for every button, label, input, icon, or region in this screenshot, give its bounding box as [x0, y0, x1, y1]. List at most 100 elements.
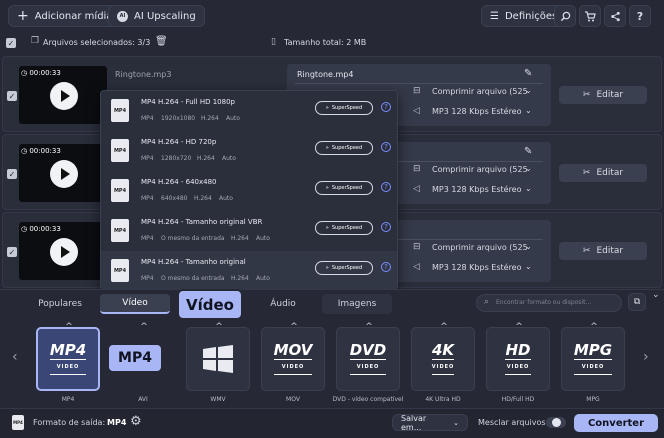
share-button[interactable] — [604, 5, 626, 27]
superspeed-badge[interactable]: » SuperSpeed — [315, 221, 373, 235]
file-checkbox[interactable]: ✓ — [7, 169, 17, 179]
convert-button[interactable]: Converter — [574, 414, 658, 432]
format-tile-4k[interactable]: 4K VIDEO — [411, 327, 475, 391]
format-tile-hd[interactable]: HD VIDEO — [486, 327, 550, 391]
compress-setting[interactable]: Comprimir arquivo (525 — [432, 87, 528, 96]
add-media-button[interactable]: + Adicionar mídia — [8, 5, 122, 27]
clock-icon: ◷ — [21, 69, 28, 77]
help-icon[interactable]: ? — [381, 222, 391, 232]
pencil-icon[interactable]: ✎ — [524, 146, 532, 157]
compress-setting[interactable]: Comprimir arquivo (525 — [432, 243, 528, 252]
preset-title: MP4 H.264 - Tamanho original — [141, 258, 246, 266]
file-checkbox[interactable]: ✓ — [7, 91, 17, 101]
chevron-down-icon[interactable]: ⌄ — [525, 164, 532, 173]
output-file-name[interactable]: Ringtone.mp4 — [297, 70, 353, 79]
compress-setting[interactable]: Comprimir arquivo (525 — [432, 165, 528, 174]
chevron-down-icon[interactable]: ⌄ — [525, 184, 532, 193]
preset-title: MP4 H.264 - Full HD 1080p — [141, 98, 235, 106]
scissors-icon: ✂ — [582, 90, 591, 100]
audio-icon: ◁ — [413, 262, 420, 272]
format-tile-mov[interactable]: MOV VIDEO — [261, 327, 325, 391]
file-name: Ringtone.mp3 — [115, 70, 172, 79]
document-icon: ▯ — [271, 37, 276, 47]
preset-col: MP4 — [141, 195, 154, 202]
pencil-icon[interactable]: ✎ — [524, 68, 532, 79]
select-all-checkbox[interactable]: ✓ — [6, 38, 16, 48]
preset-col: H.264 — [201, 115, 219, 122]
audio-setting[interactable]: MP3 128 Kbps Estéreo — [432, 263, 522, 272]
preset-row[interactable]: MP4 MP4 H.264 - HD 720p MP4 1280x720 H.2… — [101, 131, 397, 171]
superspeed-badge[interactable]: » SuperSpeed — [315, 141, 373, 155]
edit-button[interactable]: ✂ Editar — [559, 242, 647, 260]
preset-row[interactable]: MP4 MP4 H.264 - Full HD 1080p MP4 1920x1… — [101, 91, 397, 131]
chevron-down-icon[interactable]: ⌄ — [525, 106, 532, 115]
tab-images[interactable]: Imagens — [322, 294, 392, 314]
format-tile-mpg[interactable]: MPG VIDEO — [561, 327, 625, 391]
chevron-left-icon[interactable]: ‹ — [12, 349, 18, 365]
preset-col: O mesmo da entrada — [161, 275, 225, 282]
video-callout: Vídeo — [177, 289, 243, 320]
video-thumbnail[interactable]: ◷ 00:00:33 — [19, 66, 107, 124]
merge-label: Mesclar arquivos: — [478, 418, 549, 427]
divider — [295, 83, 543, 84]
mp4-callout: MP4 — [107, 343, 163, 373]
edit-button[interactable]: ✂ Editar — [559, 86, 647, 104]
format-tile-mp4[interactable]: MP4 VIDEO — [36, 327, 100, 391]
audio-setting[interactable]: MP3 128 Kbps Estéreo — [432, 107, 522, 116]
format-settings-button[interactable]: ⧉ — [628, 293, 646, 311]
superspeed-badge[interactable]: » SuperSpeed — [315, 261, 373, 275]
preset-col: Auto — [222, 155, 236, 162]
search-button[interactable] — [554, 5, 576, 27]
tab-audio[interactable]: Áudio — [248, 294, 318, 314]
format-tile-wmv[interactable] — [186, 327, 250, 391]
video-thumbnail[interactable]: ◷ 00:00:33 — [19, 144, 107, 202]
file-checkbox[interactable]: ✓ — [7, 247, 17, 257]
trash-icon[interactable]: 🗑 — [155, 36, 168, 47]
chevron-right-icon[interactable]: › — [643, 349, 649, 365]
mov-logo: MOV VIDEO — [273, 343, 313, 375]
merge-toggle[interactable] — [546, 417, 566, 428]
help-icon[interactable]: ? — [381, 262, 391, 272]
tab-video[interactable]: Vídeo — [100, 294, 170, 314]
preset-dropdown[interactable]: MP4 MP4 H.264 - Full HD 1080p MP4 1920x1… — [100, 90, 398, 291]
windows-logo-icon — [203, 345, 233, 373]
chevron-down-icon[interactable]: ⌄ — [525, 242, 532, 251]
search-field[interactable]: ⌕ Encontrar formato ou disposit... — [476, 294, 622, 312]
play-button[interactable] — [50, 82, 78, 110]
play-button[interactable] — [50, 238, 78, 266]
format-label: MPG — [586, 396, 600, 403]
fast-forward-icon: » — [325, 265, 329, 271]
chevron-down-icon[interactable]: ⌄ — [525, 262, 532, 271]
help-icon[interactable]: ? — [381, 142, 391, 152]
preset-row[interactable]: MP4 MP4 H.264 - Tamanho original VBR MP4… — [101, 211, 397, 251]
hd-logo: HD VIDEO — [505, 343, 531, 375]
files-icon: ❐ — [31, 36, 40, 46]
superspeed-badge[interactable]: » SuperSpeed — [315, 181, 373, 195]
preset-col: H.264 — [197, 155, 215, 162]
preset-col: H.264 — [194, 195, 212, 202]
help-icon[interactable]: ? — [381, 102, 391, 112]
play-button[interactable] — [50, 160, 78, 188]
preset-title: MP4 H.264 - HD 720p — [141, 138, 217, 146]
audio-setting[interactable]: MP3 128 Kbps Estéreo — [432, 185, 522, 194]
tab-popular[interactable]: Populares — [14, 294, 106, 314]
superspeed-badge[interactable]: » SuperSpeed — [315, 101, 373, 115]
help-icon[interactable]: ? — [381, 182, 391, 192]
preset-row-selected[interactable]: MP4 MP4 H.264 - Tamanho original MP4 O m… — [101, 251, 397, 291]
video-thumbnail[interactable]: ◷ 00:00:33 — [19, 222, 107, 280]
output-format-icon: MP4 — [12, 415, 24, 430]
cart-button[interactable] — [579, 5, 601, 27]
total-size: Tamanho total: 2 MB — [284, 38, 367, 47]
save-to-button[interactable]: Salvar em... ⌄ — [392, 414, 468, 432]
chevron-down-icon[interactable]: ⌄ — [525, 86, 532, 95]
ai-upscaling-button[interactable]: AI AI Upscaling — [108, 5, 205, 27]
gear-icon[interactable]: ⚙ — [130, 414, 142, 429]
help-button[interactable]: ? — [629, 5, 651, 27]
collapse-chevron-icon[interactable]: ⌄ — [652, 290, 660, 300]
duration: ◷ 00:00:33 — [21, 147, 61, 155]
edit-button[interactable]: ✂ Editar — [559, 164, 647, 182]
preset-col: Auto — [219, 195, 233, 202]
fast-forward-icon: » — [325, 225, 329, 231]
preset-row[interactable]: MP4 MP4 H.264 - 640x480 MP4 640x480 H.26… — [101, 171, 397, 211]
format-tile-dvd[interactable]: DVD VIDEO — [336, 327, 400, 391]
